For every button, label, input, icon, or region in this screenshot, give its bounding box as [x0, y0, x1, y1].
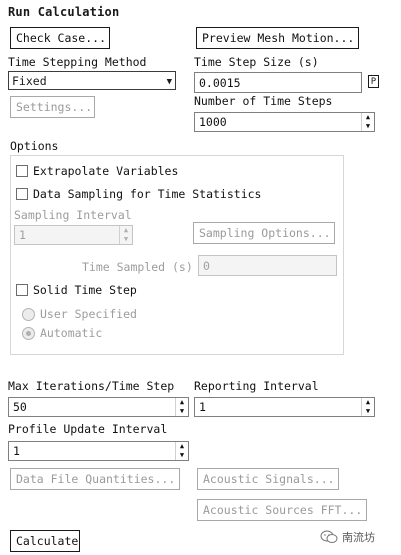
data-file-quantities-button[interactable]: Data File Quantities... — [10, 468, 180, 490]
sampling-interval-input[interactable]: 1 ▲ ▼ — [14, 225, 133, 245]
watermark: 南流坊 — [320, 529, 375, 545]
reporting-interval-label: Reporting Interval — [194, 379, 319, 393]
sampling-options-button[interactable]: Sampling Options... — [193, 222, 335, 244]
spin-down-icon[interactable]: ▼ — [180, 452, 184, 459]
time-sampled-input[interactable]: 0 — [198, 255, 337, 276]
time-sampled-value: 0 — [203, 258, 210, 273]
user-specified-label[interactable]: User Specified — [40, 307, 137, 321]
solid-time-step-label[interactable]: Solid Time Step — [33, 283, 137, 297]
number-of-time-steps-input[interactable]: 1000 ▲ ▼ — [194, 112, 375, 132]
reporting-interval-value: 1 — [199, 400, 206, 414]
spin-up-icon[interactable]: ▲ — [124, 227, 128, 234]
watermark-text: 南流坊 — [342, 531, 375, 544]
sampling-interval-label: Sampling Interval — [14, 208, 132, 222]
automatic-radio[interactable] — [22, 327, 35, 340]
profile-update-interval-value: 1 — [13, 444, 20, 458]
automatic-label[interactable]: Automatic — [40, 326, 102, 340]
settings-button[interactable]: Settings... — [10, 96, 95, 118]
profile-update-interval-spinner[interactable]: ▲ ▼ — [175, 442, 188, 460]
spin-down-icon[interactable]: ▼ — [366, 408, 370, 415]
preview-mesh-motion-button[interactable]: Preview Mesh Motion... — [196, 27, 359, 49]
acoustic-sources-fft-button[interactable]: Acoustic Sources FFT... — [197, 499, 367, 521]
spin-up-icon[interactable]: ▲ — [180, 443, 184, 450]
time-stepping-method-value: Fixed — [12, 73, 47, 88]
parameter-button[interactable]: P — [368, 75, 379, 88]
sampling-interval-spinner[interactable]: ▲ ▼ — [119, 226, 132, 244]
extrapolate-variables-checkbox[interactable] — [16, 165, 28, 177]
number-of-time-steps-label: Number of Time Steps — [194, 94, 333, 108]
solid-time-step-checkbox[interactable] — [16, 284, 28, 296]
max-iterations-label: Max Iterations/Time Step — [8, 379, 175, 393]
spin-down-icon[interactable]: ▼ — [124, 236, 128, 243]
number-of-time-steps-value: 1000 — [199, 115, 227, 129]
sampling-interval-value: 1 — [19, 228, 26, 242]
time-step-size-label: Time Step Size (s) — [194, 55, 319, 69]
max-iterations-value: 50 — [13, 400, 27, 414]
acoustic-signals-button[interactable]: Acoustic Signals... — [197, 468, 339, 490]
user-specified-radio[interactable] — [22, 308, 35, 321]
extrapolate-variables-label[interactable]: Extrapolate Variables — [33, 164, 178, 178]
reporting-interval-spinner[interactable]: ▲ ▼ — [361, 398, 374, 416]
number-of-time-steps-spinner[interactable]: ▲ ▼ — [361, 113, 374, 131]
spin-up-icon[interactable]: ▲ — [366, 399, 370, 406]
max-iterations-input[interactable]: 50 ▲ ▼ — [8, 397, 189, 417]
max-iterations-spinner[interactable]: ▲ ▼ — [175, 398, 188, 416]
profile-update-interval-label: Profile Update Interval — [8, 422, 168, 436]
calculate-button[interactable]: Calculate — [10, 530, 80, 552]
spin-down-icon[interactable]: ▼ — [180, 408, 184, 415]
options-label: Options — [10, 139, 59, 153]
time-stepping-method-dropdown[interactable]: Fixed ▼ — [8, 71, 176, 90]
reporting-interval-input[interactable]: 1 ▲ ▼ — [194, 397, 375, 417]
data-sampling-label[interactable]: Data Sampling for Time Statistics — [33, 187, 261, 201]
chevron-down-icon: ▼ — [166, 77, 172, 87]
time-step-size-value: 0.0015 — [199, 75, 241, 90]
profile-update-interval-input[interactable]: 1 ▲ ▼ — [8, 441, 189, 461]
data-sampling-checkbox[interactable] — [16, 188, 28, 200]
check-case-button[interactable]: Check Case... — [10, 27, 110, 49]
time-sampled-label: Time Sampled (s) — [82, 260, 193, 274]
chat-icon — [320, 530, 338, 543]
time-step-size-input[interactable]: 0.0015 — [194, 72, 362, 93]
panel-title: Run Calculation — [8, 5, 120, 19]
spin-up-icon[interactable]: ▲ — [180, 399, 184, 406]
time-stepping-method-label: Time Stepping Method — [8, 55, 147, 69]
spin-down-icon[interactable]: ▼ — [366, 123, 370, 130]
spin-up-icon[interactable]: ▲ — [366, 114, 370, 121]
